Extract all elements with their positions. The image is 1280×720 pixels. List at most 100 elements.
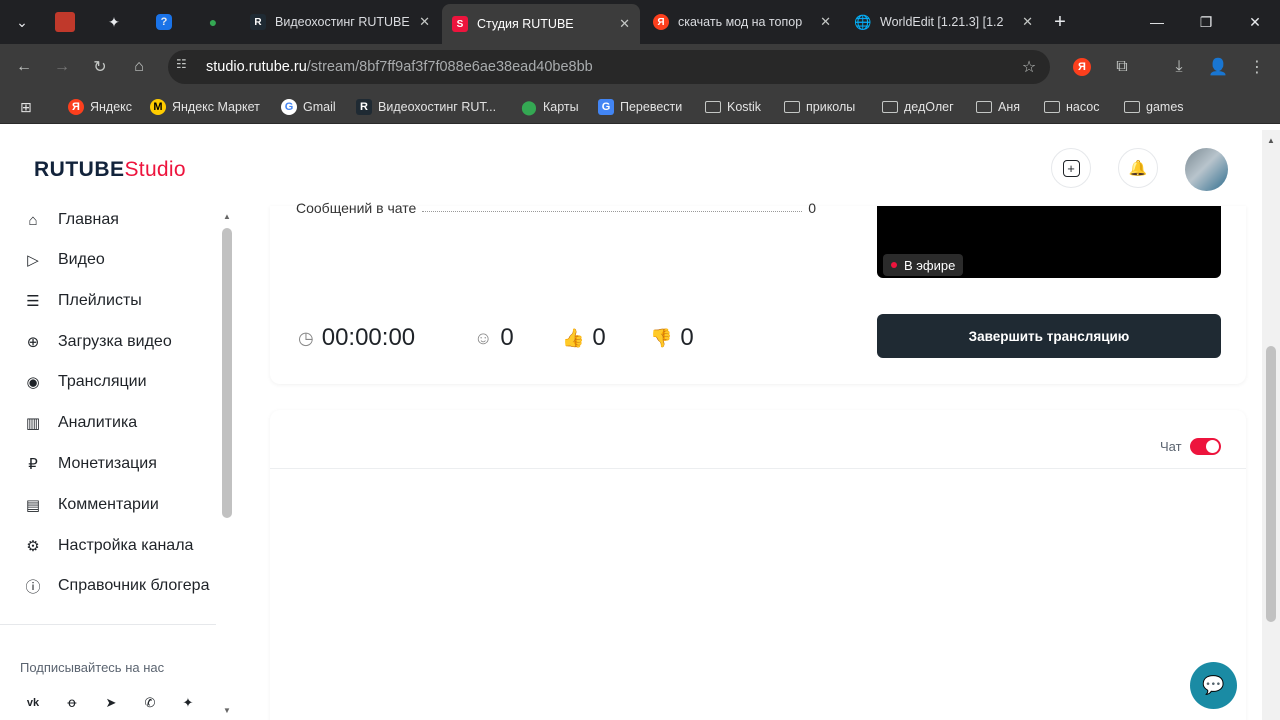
sidebar-item-analytics[interactable]: ▥ Аналитика bbox=[0, 403, 216, 443]
sidebar-item-upload[interactable]: ⊕ Загрузка видео bbox=[0, 322, 216, 362]
tab-rutube-studio[interactable]: S Студия RUTUBE ✕ bbox=[442, 4, 640, 44]
bookmark-label: Яндекс bbox=[90, 100, 133, 114]
bookmark-yandex[interactable]: Я Яндекс bbox=[68, 98, 132, 116]
home-button[interactable]: ⌂ bbox=[125, 53, 153, 81]
folder-icon bbox=[976, 101, 992, 113]
thumbs-up-icon: 👍 bbox=[562, 327, 585, 348]
avatar[interactable] bbox=[1185, 148, 1228, 191]
home-icon: ⌂ bbox=[28, 211, 38, 229]
bookmark-folder[interactable]: games bbox=[1124, 98, 1184, 116]
pinned-tab-help-icon[interactable]: ? bbox=[150, 8, 178, 36]
tab-rutube[interactable]: R Видеохостинг RUTUBE ✕ bbox=[240, 6, 440, 38]
sidebar-scrollbar[interactable]: ▲ ▼ bbox=[219, 210, 236, 720]
sidebar-item-playlists[interactable]: ☰ Плейлисты bbox=[0, 281, 216, 321]
reload-button[interactable]: ↻ bbox=[86, 53, 114, 81]
viewer-icon: ☺ bbox=[474, 327, 493, 348]
back-button[interactable]: ← bbox=[10, 53, 38, 81]
tab-yandex-search[interactable]: Я скачать мод на топор ✕ bbox=[643, 6, 841, 38]
viber-icon[interactable]: ✆ bbox=[137, 690, 163, 716]
folder-icon bbox=[1124, 101, 1140, 113]
chat-messages-value: 0 bbox=[808, 200, 816, 216]
sidebar-item-monetization[interactable]: ₽ Монетизация bbox=[0, 444, 216, 484]
more-social-icon[interactable]: ✦ bbox=[175, 690, 201, 716]
pinned-tab-apps-icon[interactable]: ● bbox=[199, 8, 227, 36]
dislikes-stat: 👎 0 bbox=[650, 324, 694, 352]
bookmark-star-icon[interactable]: ☆ bbox=[1015, 53, 1043, 81]
bookmark-rutube[interactable]: R Видеохостинг RUT... bbox=[356, 98, 496, 116]
sidebar-item-video[interactable]: ▷ Видео bbox=[0, 240, 216, 280]
tab-title: WorldEdit [1.21.3] [1.2 bbox=[880, 15, 1004, 29]
bookmark-label: дедОлег bbox=[904, 100, 954, 114]
forward-button[interactable]: → bbox=[48, 53, 76, 81]
bookmark-yandex-market[interactable]: M Яндекс Маркет bbox=[150, 98, 260, 116]
telegram-icon[interactable]: ➤ bbox=[98, 690, 124, 716]
new-tab-button[interactable]: + bbox=[1046, 8, 1074, 36]
close-tab-icon[interactable]: ✕ bbox=[820, 14, 831, 30]
bookmark-folder[interactable]: насос bbox=[1044, 98, 1099, 116]
thumbs-down-icon: 👎 bbox=[650, 327, 673, 348]
sidebar-item-label: Настройка канала bbox=[58, 537, 194, 554]
address-bar[interactable]: studio.rutube.ru/stream/8bf7ff9af3f7f088… bbox=[168, 50, 1050, 84]
sidebar-item-label: Главная bbox=[58, 211, 119, 228]
profile-icon[interactable]: 👤 bbox=[1204, 53, 1232, 81]
end-stream-button[interactable]: Завершить трансляцию bbox=[877, 314, 1221, 358]
folder-icon bbox=[705, 101, 721, 113]
minimize-button[interactable]: — bbox=[1134, 0, 1180, 44]
odnoklassniki-icon[interactable]: ꝋ bbox=[59, 690, 85, 716]
browser-menu-icon[interactable]: ⋮ bbox=[1243, 53, 1271, 81]
chat-toggle[interactable] bbox=[1190, 438, 1221, 455]
extensions-icon[interactable]: ⧉ bbox=[1108, 53, 1136, 81]
notifications-button[interactable]: 🔔 bbox=[1118, 148, 1158, 188]
bookmark-folder[interactable]: приколы bbox=[784, 98, 855, 116]
sidebar-item-blogger-guide[interactable]: ⓘ Справочник блогера bbox=[0, 566, 216, 606]
duration-stat: ◷ 00:00:00 bbox=[298, 324, 415, 352]
download-icon[interactable]: ⤓ bbox=[1165, 53, 1193, 81]
sidebar-item-home[interactable]: ⌂ Главная bbox=[0, 206, 216, 240]
apps-grid-icon[interactable]: ⊞ bbox=[20, 98, 32, 116]
close-tab-icon[interactable]: ✕ bbox=[619, 16, 630, 32]
sidebar-item-label: Загрузка видео bbox=[58, 333, 172, 350]
live-badge: В эфире bbox=[883, 254, 964, 276]
toggle-knob bbox=[1206, 440, 1219, 453]
browser-toolbar: ← → ↻ ⌂ studio.rutube.ru/stream/8bf7ff9a… bbox=[0, 44, 1280, 90]
yandex-extension-icon[interactable]: Я bbox=[1068, 53, 1096, 81]
pinned-tab-sparkle-icon[interactable]: ✦ bbox=[100, 8, 128, 36]
bookmark-label: Видеохостинг RUT... bbox=[378, 100, 497, 114]
pinned-tab-icon[interactable] bbox=[55, 12, 75, 32]
rutube-studio-logo[interactable]: RUTUBEStudio bbox=[34, 158, 186, 182]
bookmarks-bar: ⊞ Я Яндекс M Яндекс Маркет G Gmail R Видеохо… bbox=[0, 90, 1280, 124]
sidebar-item-channel-settings[interactable]: ⚙ Настройка канала bbox=[0, 526, 216, 566]
tab-search-button[interactable]: ⌄ bbox=[8, 8, 36, 36]
bookmark-label: Карты bbox=[543, 100, 579, 114]
support-chat-button[interactable]: 💬 bbox=[1190, 662, 1237, 709]
page-scrollbar[interactable]: ▲ bbox=[1262, 130, 1280, 720]
url-path: /stream/8bf7ff9af3f7f088e6ae38ead40be8bb bbox=[306, 59, 593, 75]
google-icon: G bbox=[281, 99, 297, 115]
bookmark-folder[interactable]: Аня bbox=[976, 98, 1020, 116]
restore-button[interactable]: ❐ bbox=[1183, 0, 1229, 44]
stream-preview[interactable]: В эфире bbox=[877, 206, 1221, 278]
sidebar-scroll-thumb[interactable] bbox=[222, 228, 232, 518]
rutube-studio-icon: S bbox=[452, 16, 468, 32]
close-tab-icon[interactable]: ✕ bbox=[419, 14, 430, 30]
bookmark-folder[interactable]: дедОлег bbox=[882, 98, 954, 116]
sidebar-item-label: Комментарии bbox=[58, 496, 159, 513]
dislikes-value: 0 bbox=[680, 324, 694, 351]
page-scroll-thumb[interactable] bbox=[1266, 346, 1276, 622]
bookmark-gmail[interactable]: G Gmail bbox=[281, 98, 336, 116]
tab-title: скачать мод на топор bbox=[678, 15, 803, 29]
create-button[interactable]: + bbox=[1051, 148, 1091, 188]
vk-icon[interactable]: vk bbox=[20, 690, 46, 716]
rutube-icon: R bbox=[356, 99, 372, 115]
sidebar-item-comments[interactable]: ▤ Комментарии bbox=[0, 485, 216, 525]
chat-card-divider bbox=[270, 468, 1246, 469]
bookmark-translate[interactable]: G Перевести bbox=[598, 98, 682, 116]
bookmark-maps[interactable]: ⬤ Карты bbox=[521, 98, 579, 116]
bookmark-label: насос bbox=[1066, 100, 1100, 114]
sidebar-item-broadcasts[interactable]: ◉ Трансляции bbox=[0, 362, 216, 402]
site-info-icon[interactable]: ☷ bbox=[176, 57, 187, 71]
bookmark-folder[interactable]: Kostik bbox=[705, 98, 761, 116]
close-tab-icon[interactable]: ✕ bbox=[1022, 14, 1033, 30]
close-window-button[interactable]: ✕ bbox=[1232, 0, 1278, 44]
tab-worldedit[interactable]: 🌐 WorldEdit [1.21.3] [1.2 ✕ bbox=[845, 6, 1043, 38]
